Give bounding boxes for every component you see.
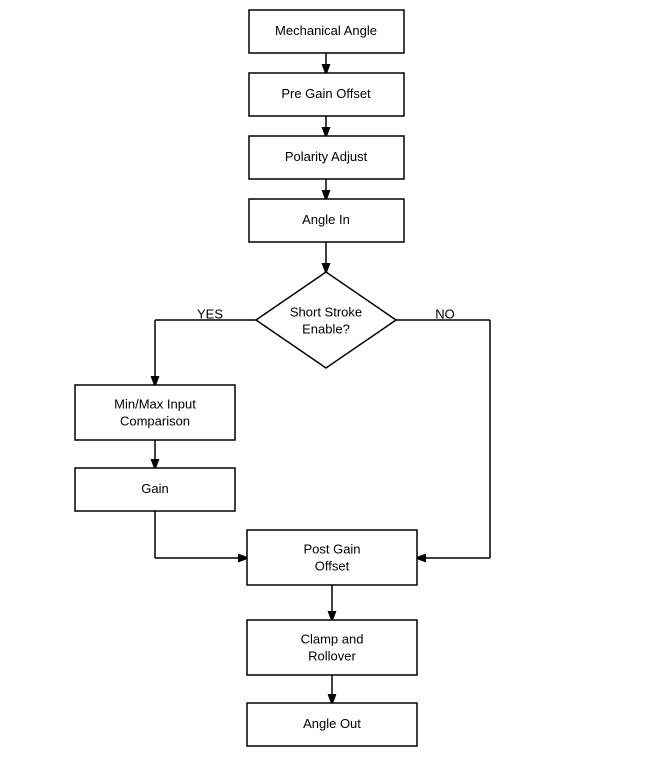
short-stroke-label-1: Short Stroke	[290, 304, 362, 319]
min-max-label-1: Min/Max Input	[114, 396, 196, 411]
clamp-rollover-label-2: Rollover	[308, 648, 356, 663]
yes-label: YES	[197, 306, 223, 321]
polarity-adjust-label: Polarity Adjust	[285, 149, 368, 164]
short-stroke-label-2: Enable?	[302, 321, 350, 336]
no-label: NO	[435, 306, 455, 321]
clamp-rollover-label-1: Clamp and	[301, 631, 364, 646]
angle-out-label: Angle Out	[303, 716, 361, 731]
post-gain-offset-label-2: Offset	[315, 558, 350, 573]
min-max-label-2: Comparison	[120, 413, 190, 428]
angle-in-label: Angle In	[302, 212, 350, 227]
mechanical-angle-label: Mechanical Angle	[275, 23, 377, 38]
post-gain-offset-label-1: Post Gain	[303, 541, 360, 556]
pre-gain-offset-label: Pre Gain Offset	[281, 86, 371, 101]
short-stroke-diamond	[256, 272, 396, 368]
gain-label: Gain	[141, 481, 168, 496]
